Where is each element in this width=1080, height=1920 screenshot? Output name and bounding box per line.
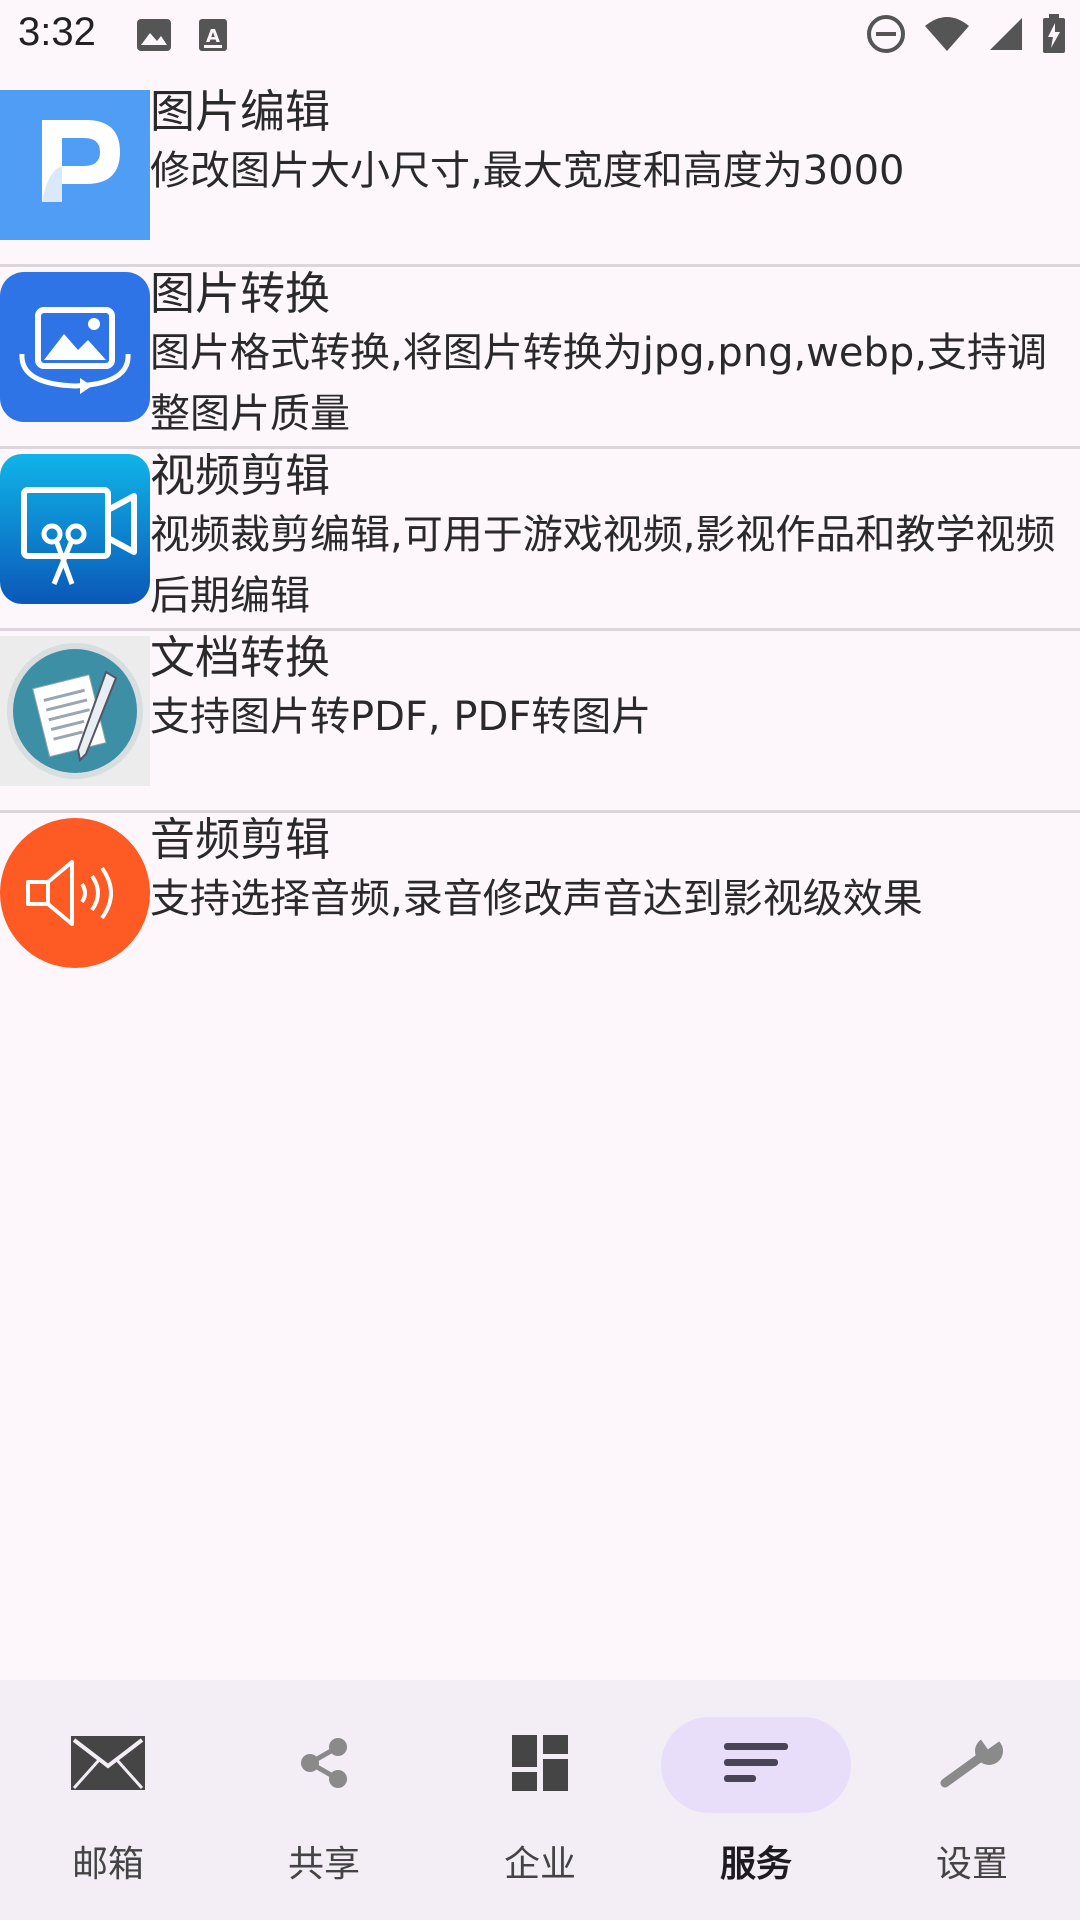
service-text: 文档转换 支持图片转PDF, PDF转图片 <box>150 629 1066 748</box>
service-item-image-convert[interactable]: 图片转换 图片格式转换,将图片转换为jpg,png,webp,支持调整图片质量 <box>0 267 1080 449</box>
service-description: 视频裁剪编辑,可用于游戏视频,影视作品和教学视频后期编辑 <box>150 512 1056 619</box>
nav-item-services[interactable]: 服务 <box>648 1680 864 1920</box>
service-description: 支持图片转PDF, PDF转图片 <box>150 694 652 740</box>
nav-item-share[interactable]: 共享 <box>216 1680 432 1920</box>
video-edit-icon <box>0 454 150 604</box>
service-item-video-edit[interactable]: 视频剪辑 视频裁剪编辑,可用于游戏视频,影视作品和教学视频后期编辑 <box>0 449 1080 631</box>
nav-label: 企业 <box>503 1844 576 1885</box>
service-title: 视频剪辑 <box>150 449 331 502</box>
nav-item-settings[interactable]: 设置 <box>864 1680 1080 1920</box>
status-notification-icons: A <box>136 18 228 56</box>
short-text-icon <box>724 1743 788 1787</box>
service-item-document-convert[interactable]: 文档转换 支持图片转PDF, PDF转图片 <box>0 631 1080 813</box>
service-description: 修改图片大小尺寸,最大宽度和高度为3000 <box>150 148 905 194</box>
service-title: 图片编辑 <box>150 85 331 138</box>
status-system-icons <box>866 14 1066 58</box>
document-convert-icon <box>0 636 150 786</box>
nav-label: 邮箱 <box>71 1844 144 1885</box>
nav-item-mail[interactable]: 邮箱 <box>0 1680 216 1920</box>
share-icon <box>296 1735 352 1795</box>
image-convert-icon <box>0 272 150 422</box>
do-not-disturb-icon <box>866 14 906 58</box>
font-notification-icon: A <box>198 18 228 56</box>
service-title: 图片转换 <box>150 267 331 320</box>
app-screen: 3:32 A 图片编辑 修改图片大小尺寸,最大宽度和高度为3000 图片转换 图… <box>0 0 1080 1920</box>
nav-label: 设置 <box>935 1844 1008 1885</box>
cellular-signal-icon <box>988 16 1024 56</box>
image-notification-icon <box>136 18 172 56</box>
nav-item-enterprise[interactable]: 企业 <box>432 1680 648 1920</box>
wifi-icon <box>924 16 970 56</box>
service-title: 音频剪辑 <box>150 813 331 866</box>
service-text: 视频剪辑 视频裁剪编辑,可用于游戏视频,影视作品和教学视频后期编辑 <box>150 447 1066 627</box>
nav-label: 共享 <box>287 1844 360 1885</box>
nav-icon-container <box>229 1717 419 1813</box>
service-text: 音频剪辑 支持选择音频,录音修改声音达到影视级效果 <box>150 811 1066 930</box>
nav-icon-container <box>877 1717 1067 1813</box>
mail-icon <box>71 1736 145 1794</box>
service-item-photo-edit[interactable]: 图片编辑 修改图片大小尺寸,最大宽度和高度为3000 <box>0 85 1080 267</box>
bottom-navigation: 邮箱 共享 企业 服务 设置 <box>0 1680 1080 1920</box>
nav-icon-container <box>445 1717 635 1813</box>
audio-edit-icon <box>0 818 150 968</box>
status-time: 3:32 <box>18 10 96 54</box>
nav-label: 服务 <box>719 1844 792 1885</box>
nav-icon-container <box>13 1717 203 1813</box>
service-list: 图片编辑 修改图片大小尺寸,最大宽度和高度为3000 图片转换 图片格式转换,将… <box>0 85 1080 995</box>
dashboard-icon <box>512 1735 568 1795</box>
service-text: 图片转换 图片格式转换,将图片转换为jpg,png,webp,支持调整图片质量 <box>150 265 1066 445</box>
service-text: 图片编辑 修改图片大小尺寸,最大宽度和高度为3000 <box>150 83 1066 202</box>
service-description: 支持选择音频,录音修改声音达到影视级效果 <box>150 876 923 922</box>
photo-edit-icon <box>0 90 150 240</box>
status-bar: 3:32 A <box>0 0 1080 74</box>
service-description: 图片格式转换,将图片转换为jpg,png,webp,支持调整图片质量 <box>150 330 1047 437</box>
service-title: 文档转换 <box>150 631 331 684</box>
service-item-audio-edit[interactable]: 音频剪辑 支持选择音频,录音修改声音达到影视级效果 <box>0 813 1080 995</box>
wrench-icon <box>937 1728 1007 1795</box>
nav-icon-container <box>661 1717 851 1813</box>
battery-charging-icon <box>1042 14 1066 58</box>
svg-text:A: A <box>206 26 220 47</box>
